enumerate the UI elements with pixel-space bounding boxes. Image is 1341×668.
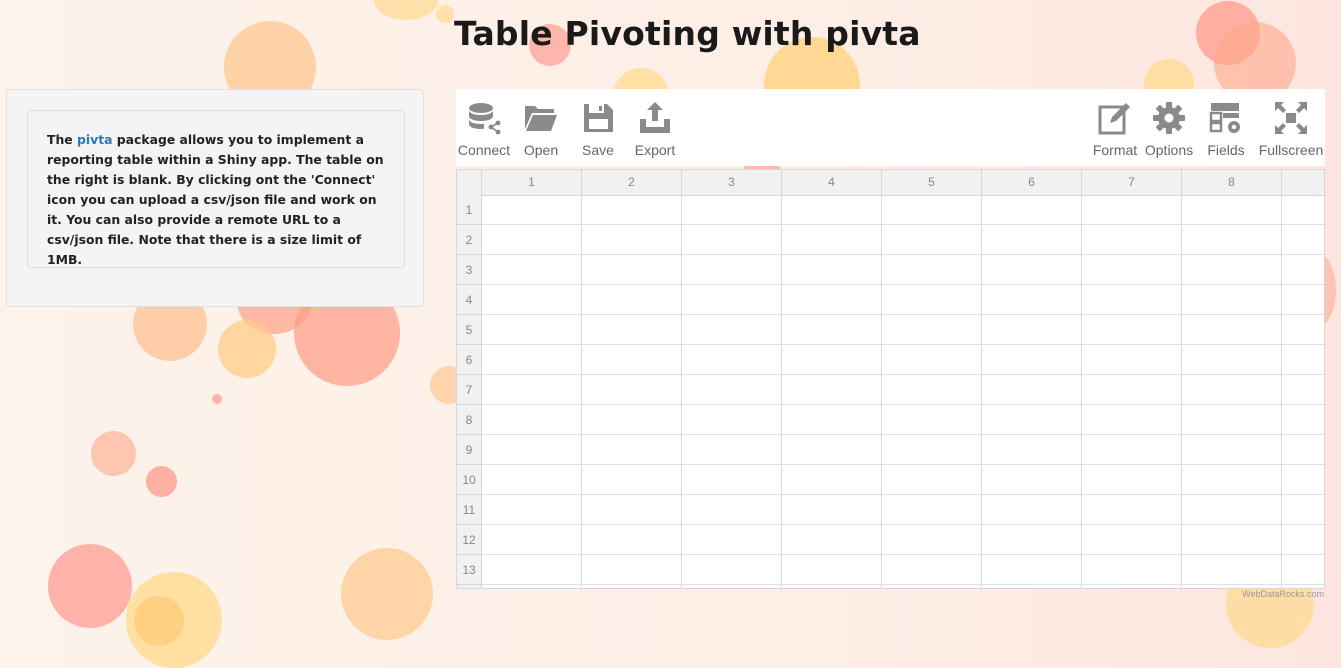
bubble [218,320,276,378]
column-header-cell: 5 [882,170,982,195]
grid-row-divider [482,374,1324,375]
column-header-cell: 4 [782,170,882,195]
fields-label: Fields [1207,142,1245,158]
row-header-cell: 6 [457,345,482,375]
row-header-cell: 3 [457,255,482,285]
grid-row-divider [482,404,1324,405]
row-header-cell: 11 [457,495,482,525]
connect-label: Connect [457,142,511,158]
grid-row-divider [482,344,1324,345]
options-label: Options [1144,142,1194,158]
row-header-cell: 7 [457,375,482,405]
column-header-cell: 2 [582,170,682,195]
pivot-toolbar: Connect Open Save Export Format Options … [456,89,1325,166]
info-well: The pivta package allows you to implemen… [27,110,405,268]
fullscreen-button[interactable]: Fullscreen [1257,89,1325,166]
bubble [436,5,454,23]
row-header-cell: 1 [457,195,482,225]
grid-row-divider [482,584,1324,585]
grid-row-divider [482,494,1324,495]
pivta-link[interactable]: pivta [77,132,112,147]
column-header-cell: 3 [682,170,782,195]
database-connect-icon [469,103,501,135]
column-header-cell: 8 [1182,170,1282,195]
edit-format-icon [1098,103,1130,135]
options-button[interactable]: Options [1144,89,1194,166]
fields-icon [1209,103,1240,133]
open-label: Open [523,142,559,158]
row-header-cell: 8 [457,405,482,435]
bubble [341,548,433,640]
export-tray-icon [640,102,670,133]
save-label: Save [582,142,614,158]
column-header-cell: 6 [982,170,1082,195]
grid-row-divider [482,254,1324,255]
format-button[interactable]: Format [1088,89,1142,166]
gear-icon [1153,102,1185,134]
fullscreen-icon [1275,102,1307,134]
sidebar-panel: The pivta package allows you to implemen… [6,89,424,307]
bubble [48,544,132,628]
page-title: Table Pivoting with pivta [454,14,921,53]
bubble [146,466,177,497]
open-button[interactable]: Open [518,89,564,166]
connect-button[interactable]: Connect [456,89,512,166]
grid-row-divider [482,524,1324,525]
info-text-start: The [47,132,77,147]
row-header-cell: 12 [457,525,482,555]
grid-row-divider [482,224,1324,225]
grid-row-divider [482,284,1324,285]
bubble [134,596,184,646]
row-header-cell: 10 [457,465,482,495]
row-header-cell: 5 [457,315,482,345]
row-header-cell: 13 [457,555,482,585]
bubble [91,431,136,476]
fullscreen-label: Fullscreen [1258,142,1324,158]
export-label: Export [634,142,676,158]
grid-column-header: 12345678 [457,170,1324,196]
export-button[interactable]: Export [631,89,679,166]
row-header-cell: 4 [457,285,482,315]
row-header-cell [457,585,482,588]
bubble [212,394,222,404]
pivot-grid[interactable]: 12345678 1 2 3 4 5 6 7 8 9 10 11 12 13 [456,169,1325,589]
webdatarocks-credit[interactable]: WebDataRocks.com [1242,589,1324,599]
info-text-body: package allows you to implement a report… [47,132,384,267]
grid-corner [457,170,482,195]
grid-row-divider [482,434,1324,435]
column-header-cell: 1 [482,170,582,195]
row-header-cell: 2 [457,225,482,255]
format-label: Format [1092,142,1138,158]
floppy-disk-icon [584,104,613,132]
grid-row-divider [482,554,1324,555]
folder-open-icon [525,106,557,131]
column-header-cell: 7 [1082,170,1182,195]
grid-row-divider [482,464,1324,465]
fields-button[interactable]: Fields [1202,89,1250,166]
save-button[interactable]: Save [575,89,621,166]
grid-row-divider [482,314,1324,315]
row-header-cell: 9 [457,435,482,465]
bubble [374,0,438,20]
